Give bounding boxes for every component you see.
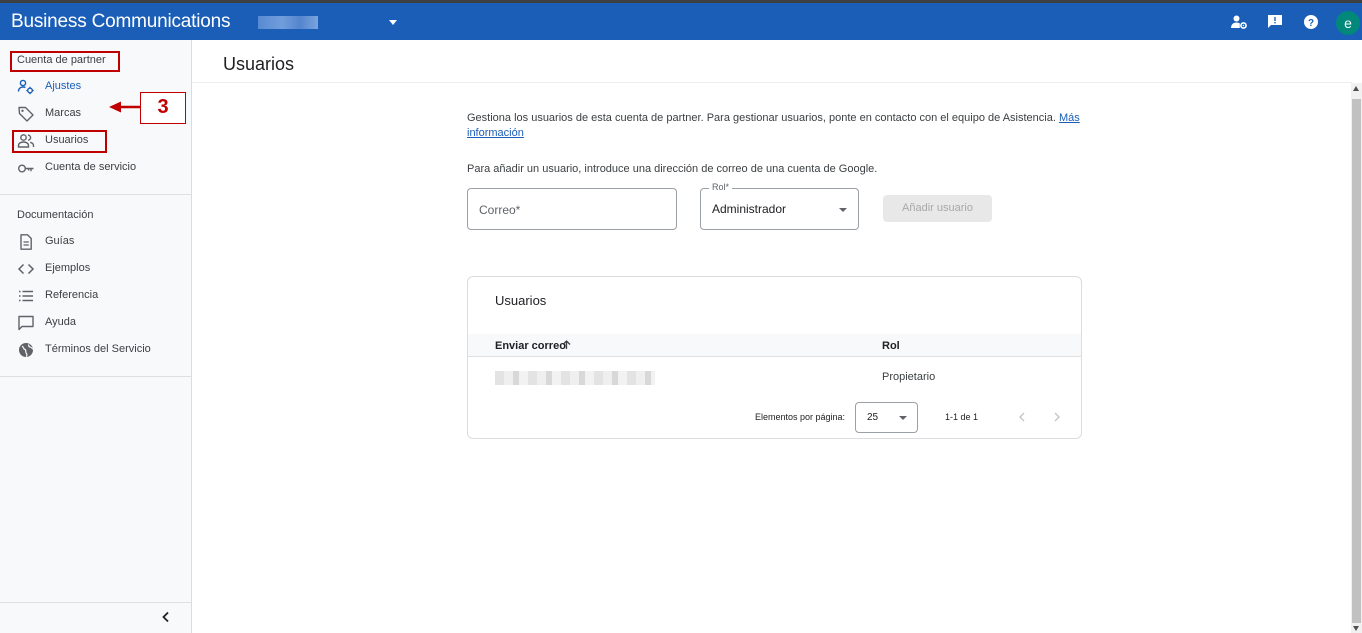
sidebar-item-ayuda[interactable]: Ayuda xyxy=(0,310,191,336)
sidebar: Cuenta de partner Ajustes Marcas Usuario… xyxy=(0,40,192,633)
scrollbar-thumb[interactable] xyxy=(1352,99,1361,623)
scroll-up-icon[interactable] xyxy=(1353,86,1359,91)
page-header: Usuarios xyxy=(192,40,1352,83)
users-card: Usuarios Enviar correo Rol Propietario E… xyxy=(467,276,1082,439)
account-selector-value[interactable] xyxy=(258,16,318,29)
app-bar: Business Communications ? e xyxy=(0,3,1362,40)
sidebar-item-label: Ayuda xyxy=(45,316,76,328)
annotation-arrow-icon xyxy=(109,101,142,113)
items-per-page-value: 25 xyxy=(867,412,879,423)
sort-arrow-up-icon[interactable] xyxy=(561,339,572,350)
app-title: Business Communications xyxy=(11,11,231,32)
previous-page-icon[interactable] xyxy=(1017,411,1027,423)
scroll-down-icon[interactable] xyxy=(1353,626,1359,631)
sidebar-item-label: Términos del Servicio xyxy=(45,343,151,355)
highlight-box-partner-account xyxy=(10,51,120,72)
sidebar-item-cuenta-de-servicio[interactable]: Cuenta de servicio xyxy=(0,155,191,181)
annotation-step-number: 3 xyxy=(140,92,186,124)
role-value: Administrador xyxy=(712,202,787,216)
sidebar-item-guias[interactable]: Guías xyxy=(0,229,191,255)
page-description: Gestiona los usuarios de esta cuenta de … xyxy=(467,111,1087,141)
sidebar-item-terminos[interactable]: Términos del Servicio xyxy=(0,337,191,363)
highlight-box-usuarios xyxy=(12,130,107,153)
dropdown-caret-icon xyxy=(899,416,907,420)
sidebar-section-docs: Documentación xyxy=(17,209,94,221)
email-field[interactable]: Correo* xyxy=(467,188,677,230)
column-header-email[interactable]: Enviar correo xyxy=(495,340,566,352)
sidebar-item-label: Marcas xyxy=(45,107,82,119)
scrollbar[interactable] xyxy=(1351,83,1362,633)
sidebar-item-label: Ajustes xyxy=(45,80,82,92)
chevron-left-icon[interactable] xyxy=(159,610,173,624)
document-icon xyxy=(20,234,32,250)
sidebar-item-label: Guías xyxy=(45,235,75,247)
list-icon xyxy=(19,290,33,302)
items-per-page-select[interactable]: 25 xyxy=(855,402,918,433)
items-per-page-label: Elementos por página: xyxy=(755,412,846,422)
svg-text:?: ? xyxy=(1308,18,1314,29)
sidebar-footer-divider xyxy=(0,602,191,603)
sidebar-item-label: Cuenta de servicio xyxy=(45,161,137,173)
add-user-instruction: Para añadir un usuario, introduce una di… xyxy=(467,163,878,175)
role-label: Rol* xyxy=(709,182,733,192)
column-header-role: Rol xyxy=(882,340,900,352)
sidebar-item-referencia[interactable]: Referencia xyxy=(0,283,191,309)
feedback-icon[interactable] xyxy=(1266,13,1284,31)
code-icon xyxy=(17,263,35,275)
email-placeholder: Correo* xyxy=(479,203,521,217)
user-email-redacted xyxy=(495,371,655,385)
users-card-title: Usuarios xyxy=(495,293,547,308)
add-user-button[interactable]: Añadir usuario xyxy=(883,195,992,222)
globe-icon xyxy=(19,343,34,357)
account-dropdown-icon[interactable] xyxy=(389,20,397,25)
dropdown-caret-icon xyxy=(839,208,847,212)
chat-icon xyxy=(18,315,34,331)
avatar[interactable]: e xyxy=(1336,11,1360,35)
key-icon xyxy=(18,164,34,173)
settings-account-icon xyxy=(17,79,34,95)
manage-accounts-icon[interactable] xyxy=(1230,13,1248,31)
sidebar-item-ejemplos[interactable]: Ejemplos xyxy=(0,256,191,282)
sidebar-divider xyxy=(0,376,191,377)
sidebar-divider xyxy=(0,194,191,195)
help-icon[interactable]: ? xyxy=(1302,13,1320,31)
tag-icon xyxy=(18,106,34,122)
role-select[interactable]: Rol* Administrador xyxy=(700,182,859,230)
description-text: Gestiona los usuarios de esta cuenta de … xyxy=(467,112,1056,124)
table-header: Enviar correo Rol xyxy=(468,334,1081,357)
page-title: Usuarios xyxy=(223,54,295,74)
next-page-icon[interactable] xyxy=(1052,411,1062,423)
sidebar-item-label: Referencia xyxy=(45,289,99,301)
pagination-range: 1-1 de 1 xyxy=(945,412,979,422)
user-role: Propietario xyxy=(882,371,936,383)
sidebar-item-label: Ejemplos xyxy=(45,262,91,274)
